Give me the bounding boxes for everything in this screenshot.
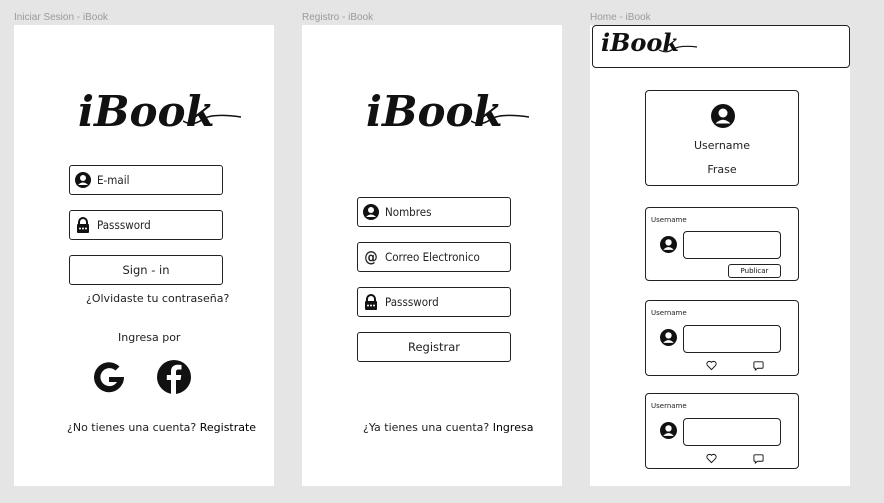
comment-icon[interactable]	[753, 451, 764, 469]
email-field[interactable]: E-mail	[69, 165, 223, 195]
register-link[interactable]: Registrate	[200, 421, 256, 434]
frame-label-register: Registro - iBook	[302, 12, 374, 23]
post-username: Username	[651, 402, 687, 410]
email-placeholder: Correo Electronico	[385, 250, 480, 264]
post-content	[683, 325, 781, 353]
post-card: Username	[645, 393, 799, 469]
password-field[interactable]: Passsword	[69, 210, 223, 240]
no-account-row: ¿No tienes una cuenta? Registrate	[67, 421, 256, 434]
avatar-icon	[660, 329, 677, 351]
top-bar: iBook	[592, 25, 850, 68]
publish-button[interactable]: Publicar	[728, 264, 781, 278]
post-card: Username	[645, 300, 799, 376]
name-placeholder: Nombres	[385, 205, 432, 219]
post-username: Username	[651, 309, 687, 317]
have-account-row: ¿Ya tienes una cuenta? Ingresa	[363, 421, 533, 434]
avatar-icon	[660, 422, 677, 444]
password-field[interactable]: Passsword	[357, 287, 511, 317]
avatar-icon	[660, 236, 677, 258]
ibook-logo[interactable]: iBook	[601, 28, 698, 57]
comment-icon[interactable]	[753, 358, 764, 376]
home-screen: iBook Username Frase Username Publicar U…	[590, 25, 850, 486]
lock-icon	[362, 293, 380, 311]
profile-username: Username	[693, 139, 751, 152]
login-screen: iBook E-mail Passsword Sign - in ¿Olvida…	[14, 25, 274, 486]
logo-swash-icon	[183, 114, 242, 125]
lock-icon	[74, 216, 92, 234]
logo-swash-icon	[659, 45, 698, 53]
heart-icon[interactable]	[706, 451, 717, 469]
heart-icon[interactable]	[706, 358, 717, 376]
login-link[interactable]: Ingresa	[493, 421, 534, 434]
google-icon[interactable]	[91, 359, 127, 395]
facebook-icon[interactable]	[156, 359, 192, 395]
post-input[interactable]	[683, 231, 781, 259]
frame-label-home: Home - iBook	[590, 12, 651, 23]
email-placeholder: E-mail	[97, 173, 130, 187]
ibook-logo: iBook	[366, 87, 530, 136]
frame-label-login: Iniciar Sesion - iBook	[14, 12, 108, 23]
user-icon	[362, 203, 380, 221]
post-content	[683, 418, 781, 446]
avatar-icon	[711, 104, 735, 133]
user-icon	[74, 171, 92, 189]
password-placeholder: Passsword	[385, 295, 439, 309]
name-field[interactable]: Nombres	[357, 197, 511, 227]
password-placeholder: Passsword	[97, 218, 151, 232]
no-account-text: ¿No tienes una cuenta?	[67, 421, 197, 434]
register-button[interactable]: Registrar	[357, 332, 511, 362]
logo-swash-icon	[471, 114, 530, 125]
composer-username: Username	[651, 216, 687, 224]
post-composer-card: Username Publicar	[645, 207, 799, 281]
have-account-text: ¿Ya tienes una cuenta?	[363, 421, 490, 434]
email-field[interactable]: @ Correo Electronico	[357, 242, 511, 272]
profile-phrase: Frase	[707, 163, 737, 176]
at-sign-icon: @	[364, 248, 378, 266]
social-login-prompt: Ingresa por	[118, 331, 181, 344]
forgot-password-link[interactable]: ¿Olvidaste tu contraseña?	[86, 292, 229, 305]
ibook-logo: iBook	[78, 87, 242, 136]
profile-card: Username Frase	[645, 90, 799, 186]
register-screen: iBook Nombres @ Correo Electronico Passs…	[302, 25, 562, 486]
signin-button[interactable]: Sign - in	[69, 255, 223, 285]
